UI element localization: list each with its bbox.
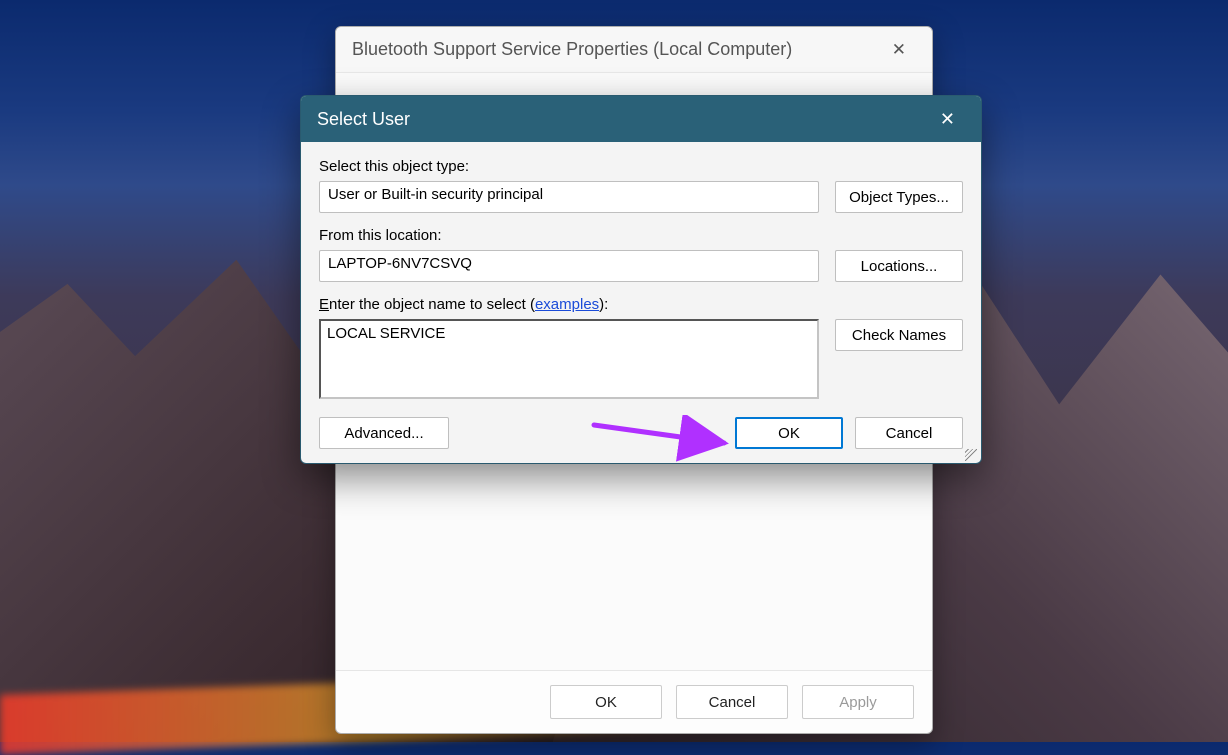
object-type-field[interactable]: User or Built-in security principal xyxy=(319,181,819,213)
object-types-button[interactable]: Object Types... xyxy=(835,181,963,213)
locations-button[interactable]: Locations... xyxy=(835,250,963,282)
from-location-label: From this location: xyxy=(319,227,963,244)
service-properties-titlebar[interactable]: Bluetooth Support Service Properties (Lo… xyxy=(336,27,932,73)
object-type-label: Select this object type: xyxy=(319,158,963,175)
examples-link[interactable]: examples xyxy=(535,296,599,313)
enter-underline: E xyxy=(319,296,329,313)
resize-grip-icon[interactable] xyxy=(965,449,977,461)
select-user-footer: Advanced... OK Cancel xyxy=(319,417,963,449)
enter-object-name-label: Enter the object name to select (example… xyxy=(319,296,963,313)
select-user-title: Select User xyxy=(317,109,410,130)
service-properties-title: Bluetooth Support Service Properties (Lo… xyxy=(352,39,792,60)
parent-ok-button[interactable]: OK xyxy=(550,685,662,719)
object-name-input[interactable] xyxy=(319,319,819,399)
select-user-dialog: Select User ✕ Select this object type: U… xyxy=(300,95,982,464)
parent-apply-button[interactable]: Apply xyxy=(802,685,914,719)
advanced-button[interactable]: Advanced... xyxy=(319,417,449,449)
close-icon[interactable]: ✕ xyxy=(882,36,916,64)
from-location-field[interactable]: LAPTOP-6NV7CSVQ xyxy=(319,250,819,282)
close-icon[interactable]: ✕ xyxy=(930,105,965,134)
cancel-button[interactable]: Cancel xyxy=(855,417,963,449)
parent-cancel-button[interactable]: Cancel xyxy=(676,685,788,719)
service-properties-footer: OK Cancel Apply xyxy=(336,670,932,733)
select-user-titlebar[interactable]: Select User ✕ xyxy=(301,96,981,142)
check-names-button[interactable]: Check Names xyxy=(835,319,963,351)
ok-button[interactable]: OK xyxy=(735,417,843,449)
select-user-body: Select this object type: User or Built-i… xyxy=(301,142,981,463)
